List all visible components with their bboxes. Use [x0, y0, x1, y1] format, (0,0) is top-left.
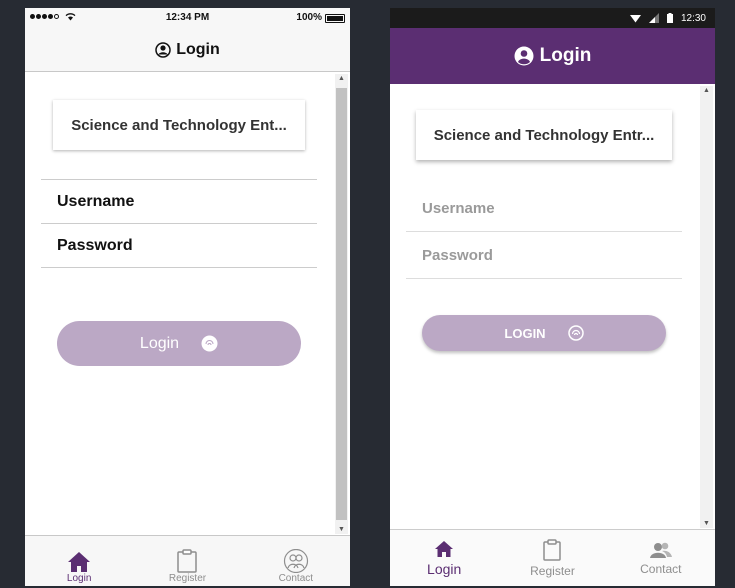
clipboard-icon [177, 549, 198, 573]
page-title: Login [176, 40, 220, 58]
tab-register-label: Register [168, 573, 207, 584]
cell-signal-icon [648, 13, 659, 23]
home-icon [68, 552, 91, 572]
tab-login[interactable]: Login [390, 530, 498, 586]
contacts-icon [283, 549, 308, 573]
organization-selector[interactable]: Science and Technology Entr... [416, 110, 672, 160]
status-time: 12:30 [680, 12, 706, 24]
organization-selector[interactable]: Science and Technology Ent... [53, 100, 305, 150]
ios-tab-bar: Login Register Contact [25, 535, 350, 586]
user-circle-icon [514, 46, 534, 66]
android-phone-screen: 12:30 Login Science and Technology Entr.… [390, 8, 715, 586]
username-field[interactable]: Username [41, 179, 317, 223]
tab-contact[interactable]: Contact [607, 530, 715, 586]
login-button[interactable]: LOGIN [422, 315, 666, 351]
ios-header: Login [25, 28, 350, 72]
login-button-label: LOGIN [504, 325, 546, 341]
page-title: Login [539, 45, 592, 66]
tab-contact[interactable]: Contact [242, 536, 350, 586]
android-tab-bar: Login Register Contact [390, 529, 715, 586]
fingerprint-icon [201, 335, 218, 352]
tab-login[interactable]: Login [25, 536, 133, 586]
tab-register-label: Register [530, 563, 575, 578]
scrollbar[interactable]: ▲ ▼ [700, 86, 713, 528]
clipboard-icon [543, 538, 562, 561]
login-button[interactable]: Login [57, 321, 301, 366]
user-circle-icon [155, 41, 171, 58]
scrollbar[interactable]: ▲ ▼ [335, 74, 348, 534]
battery-level: 100% [296, 12, 322, 23]
username-field[interactable]: Username [406, 186, 682, 232]
wifi-icon [629, 14, 641, 22]
tab-login-label: Login [66, 573, 92, 584]
battery-icon [666, 13, 673, 23]
ios-login-form: Science and Technology Ent... Username P… [25, 72, 333, 536]
battery-icon [325, 14, 345, 23]
android-status-bar: 12:30 [390, 8, 715, 28]
tab-login-label: Login [427, 560, 462, 577]
home-icon [435, 540, 454, 557]
tab-register[interactable]: Register [133, 536, 241, 586]
tab-contact-label: Contact [278, 573, 314, 584]
password-field[interactable]: Password [41, 223, 317, 268]
password-field[interactable]: Password [406, 233, 682, 279]
login-button-label: Login [139, 334, 180, 352]
tab-register[interactable]: Register [498, 530, 606, 586]
contacts-icon [649, 542, 672, 558]
ios-status-bar: 12:34 PM 100% [25, 8, 350, 28]
ios-phone-screen: 12:34 PM 100% Login Science and Technolo… [25, 8, 350, 586]
tab-contact-label: Contact [640, 561, 682, 576]
fingerprint-icon [567, 325, 584, 341]
android-header: Login [390, 28, 715, 84]
